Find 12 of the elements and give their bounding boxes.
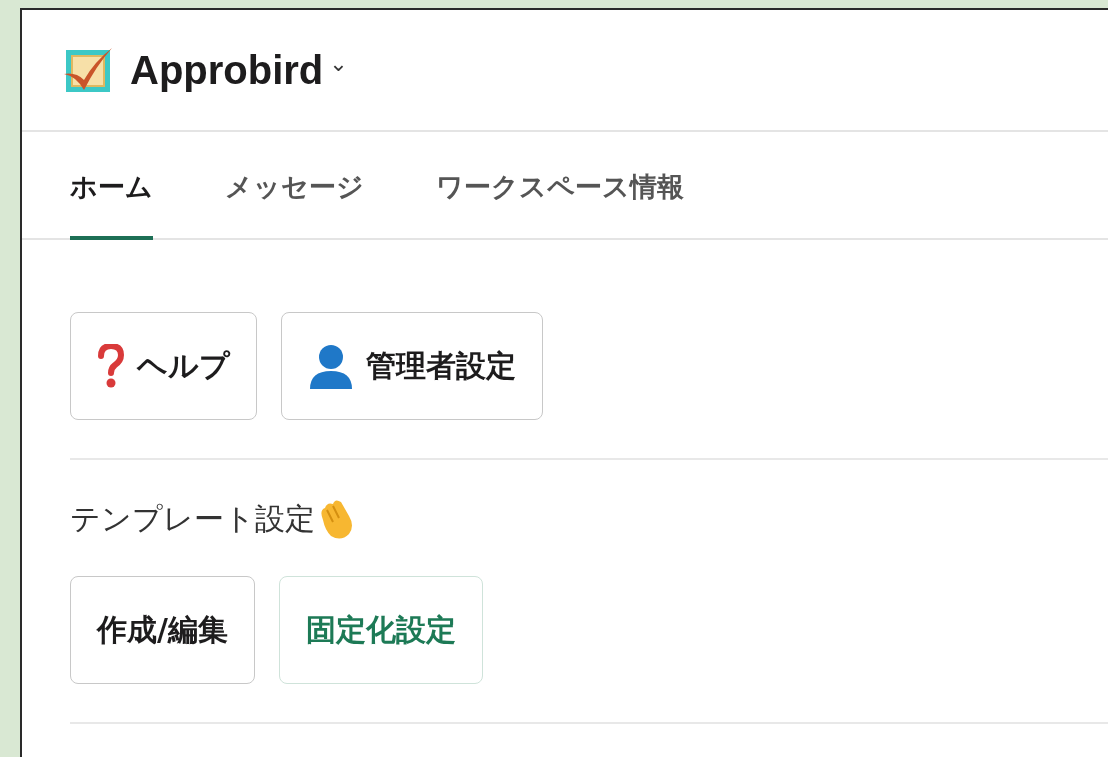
caret-icon[interactable]: ⌄ <box>329 50 348 76</box>
help-button[interactable]: ヘルプ <box>70 312 257 420</box>
tab[interactable]: メッセージ <box>225 132 364 240</box>
admin-settings-button[interactable]: 管理者設定 <box>281 312 543 420</box>
edit-button[interactable]: 作成/編集 <box>70 576 255 684</box>
workspace-title[interactable]: Approbird <box>130 47 324 93</box>
pin-settings-button[interactable]: 固定化設定 <box>278 576 483 684</box>
question-mark-icon <box>97 344 125 388</box>
tab[interactable]: ホーム <box>70 132 153 240</box>
person-icon <box>308 343 354 389</box>
section-title: テンプレート設定 <box>70 499 315 538</box>
tab[interactable]: ワークスペース情報 <box>436 132 684 240</box>
